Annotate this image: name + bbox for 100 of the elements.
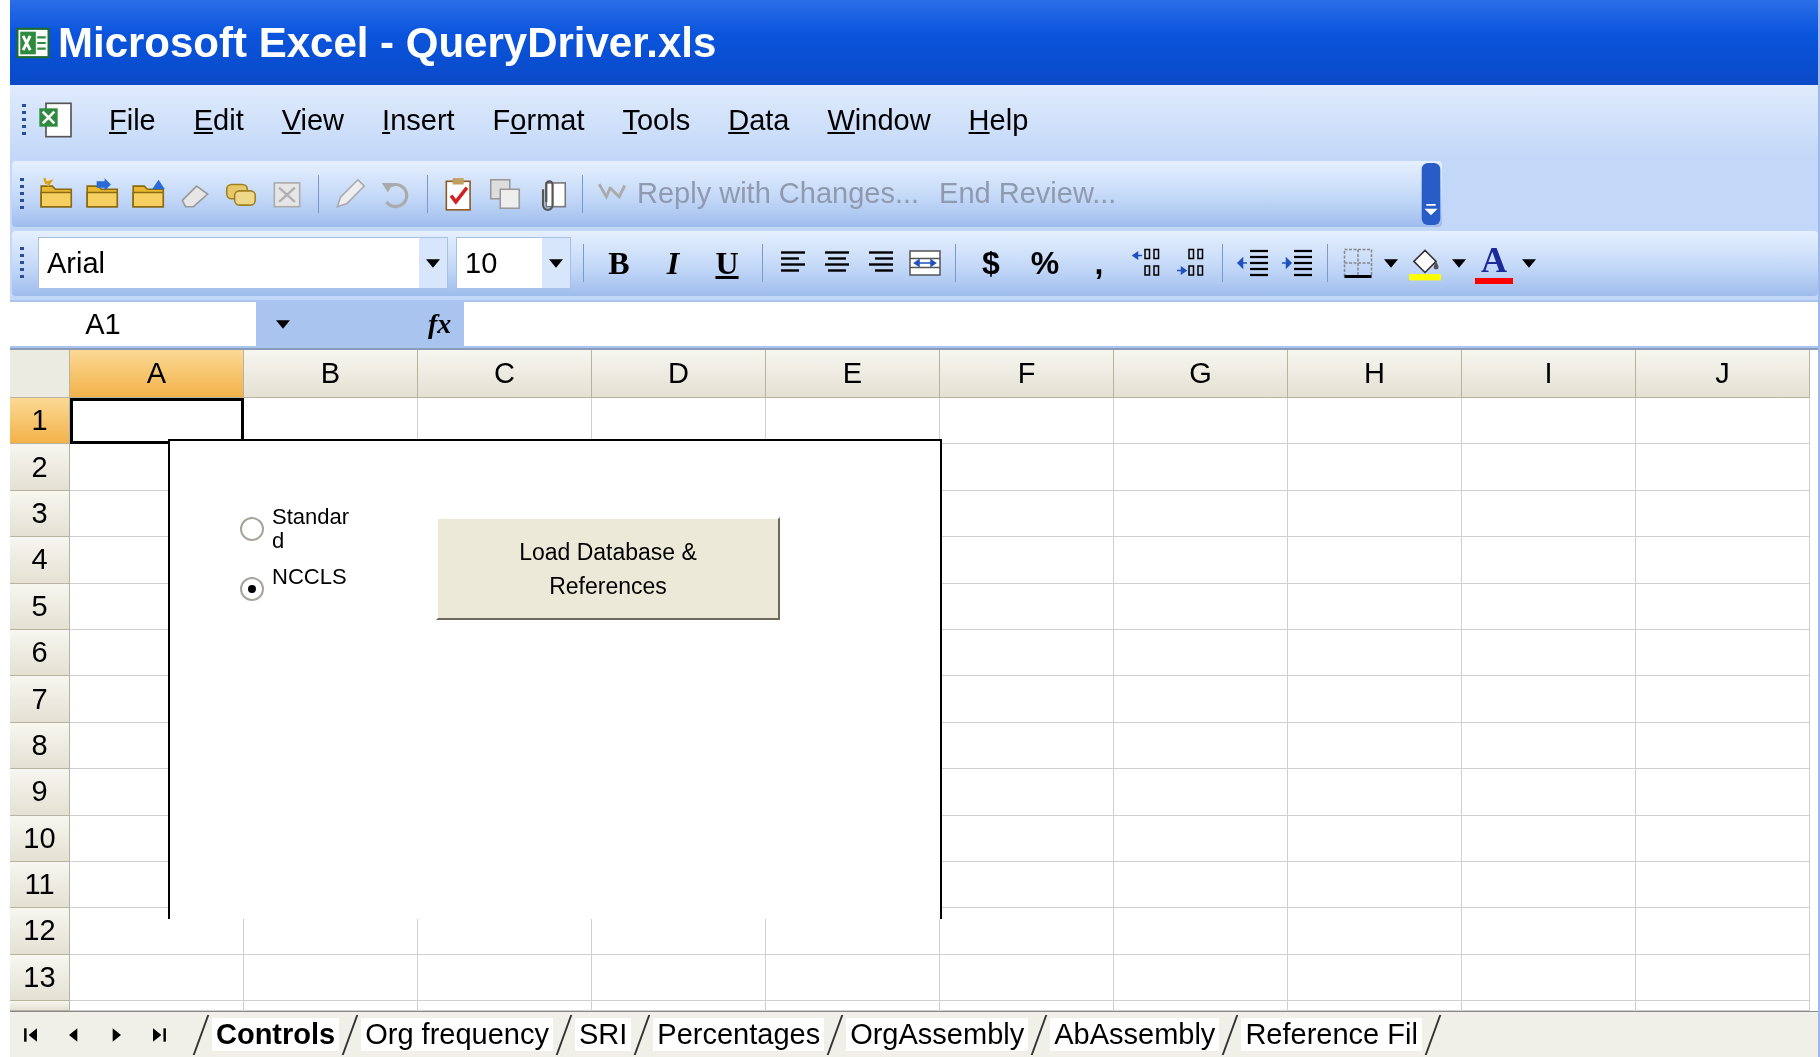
grid-cell[interactable] <box>1462 676 1636 723</box>
grid-cell[interactable] <box>1288 1001 1462 1012</box>
grid-cell[interactable] <box>940 490 1114 538</box>
grid-cell[interactable] <box>1114 583 1288 630</box>
grid-cell[interactable] <box>940 444 1114 491</box>
grid-cell[interactable] <box>1462 954 1636 1002</box>
grid-cell[interactable] <box>940 629 1114 677</box>
grid-cell[interactable] <box>1288 398 1462 445</box>
grid-cell[interactable] <box>1636 629 1810 677</box>
grid-cell[interactable] <box>244 1001 418 1012</box>
percent-button[interactable]: % <box>1022 244 1068 282</box>
row-header[interactable]: 5 <box>10 583 70 630</box>
active-cell[interactable] <box>70 398 244 445</box>
row-header[interactable]: 9 <box>10 769 70 816</box>
caret-icon[interactable] <box>1384 258 1398 268</box>
grid-cell[interactable] <box>1636 490 1810 538</box>
grid-cell[interactable] <box>1114 676 1288 723</box>
row-header[interactable]: 2 <box>10 444 70 491</box>
row-header[interactable]: 7 <box>10 676 70 723</box>
grid-cell[interactable] <box>1288 861 1462 909</box>
grid-cell[interactable] <box>1114 861 1288 909</box>
grid-cell[interactable] <box>1288 722 1462 770</box>
italic-button[interactable]: I <box>650 244 696 282</box>
grid-cell[interactable] <box>1288 629 1462 677</box>
grid-cell[interactable] <box>1114 629 1288 677</box>
formula-field[interactable] <box>464 302 1818 346</box>
grid-cell[interactable] <box>592 1001 766 1012</box>
grid-cell[interactable] <box>1636 537 1810 584</box>
menu-item[interactable]: Window <box>808 103 950 137</box>
grid-cell[interactable] <box>940 398 1114 445</box>
menu-item[interactable]: Help <box>949 103 1048 137</box>
column-header[interactable]: G <box>1114 350 1288 398</box>
menu-item[interactable]: File <box>90 103 175 137</box>
grid-cell[interactable] <box>1636 398 1810 445</box>
grid-cell[interactable] <box>1636 769 1810 816</box>
grid-cell[interactable] <box>1288 490 1462 538</box>
sheet-tab[interactable]: Reference Fil <box>1241 1018 1422 1052</box>
caret-icon[interactable] <box>1452 258 1466 268</box>
grid-cell[interactable] <box>1288 583 1462 630</box>
font-dropdown[interactable]: Arial <box>38 237 448 290</box>
grid-cell[interactable] <box>1288 537 1462 584</box>
grid-cell[interactable] <box>940 954 1114 1002</box>
grid-cell[interactable] <box>1288 815 1462 862</box>
column-header[interactable]: D <box>592 350 766 398</box>
font-color-button[interactable]: A <box>1474 242 1514 285</box>
grid-cell[interactable] <box>1462 815 1636 862</box>
bold-button[interactable]: B <box>596 244 642 282</box>
comma-button[interactable]: , <box>1076 244 1122 282</box>
column-header[interactable]: C <box>418 350 592 398</box>
grid-cell[interactable] <box>1288 676 1462 723</box>
grid-cell[interactable] <box>1636 676 1810 723</box>
grid-cell[interactable] <box>940 815 1114 862</box>
row-header[interactable]: 6 <box>10 629 70 677</box>
row-header[interactable]: 11 <box>10 861 70 909</box>
grid-cell[interactable] <box>1288 444 1462 491</box>
sheet-tab[interactable]: OrgAssembly <box>846 1018 1029 1052</box>
menu-item[interactable]: View <box>262 103 364 137</box>
grid-cell[interactable] <box>418 954 592 1002</box>
grid-cell[interactable] <box>940 769 1114 816</box>
grid-cell[interactable] <box>1636 444 1810 491</box>
column-header[interactable]: F <box>940 350 1114 398</box>
column-header[interactable]: H <box>1288 350 1462 398</box>
select-all-corner[interactable] <box>10 350 70 398</box>
caret-icon[interactable] <box>549 258 563 268</box>
menu-item[interactable]: Tools <box>603 103 710 137</box>
grid-cell[interactable] <box>940 722 1114 770</box>
grid-cell[interactable] <box>1636 908 1810 955</box>
caret-icon[interactable] <box>1522 258 1536 268</box>
grid-cell[interactable] <box>1462 629 1636 677</box>
font-size-dropdown[interactable]: 10 <box>456 237 571 290</box>
grid-cell[interactable] <box>70 954 244 1002</box>
caret-icon[interactable] <box>276 319 290 329</box>
grid-cell[interactable] <box>1114 444 1288 491</box>
grid-cell[interactable] <box>1114 490 1288 538</box>
radio-label[interactable]: Standard <box>272 505 358 553</box>
grid-cell[interactable] <box>1462 861 1636 909</box>
grid-cell[interactable] <box>1462 908 1636 955</box>
menu-item[interactable]: Format <box>473 103 604 137</box>
sheet-tab[interactable]: AbAssembly <box>1050 1018 1220 1052</box>
grid-cell[interactable] <box>1114 537 1288 584</box>
column-header[interactable]: E <box>766 350 940 398</box>
grid-cell[interactable] <box>940 583 1114 630</box>
grid-cell[interactable] <box>1462 398 1636 445</box>
grid-cell[interactable] <box>1462 769 1636 816</box>
grid-cell[interactable] <box>1462 444 1636 491</box>
underline-button[interactable]: U <box>704 244 750 282</box>
grid-cell[interactable] <box>1636 954 1810 1002</box>
grid-cell[interactable] <box>1114 954 1288 1002</box>
grid-cell[interactable] <box>1462 722 1636 770</box>
row-header[interactable]: 13 <box>10 954 70 1002</box>
grid-cell[interactable] <box>1462 537 1636 584</box>
grid-cell[interactable] <box>1288 769 1462 816</box>
sheet-tab[interactable]: SRI <box>575 1018 632 1052</box>
grid-cell[interactable] <box>1636 722 1810 770</box>
grid-cell[interactable] <box>1114 722 1288 770</box>
name-box[interactable]: A1 <box>10 302 256 346</box>
grid-cell[interactable] <box>1462 490 1636 538</box>
row-header[interactable]: 10 <box>10 815 70 862</box>
column-header[interactable]: B <box>244 350 418 398</box>
grid-cell[interactable] <box>1636 861 1810 909</box>
